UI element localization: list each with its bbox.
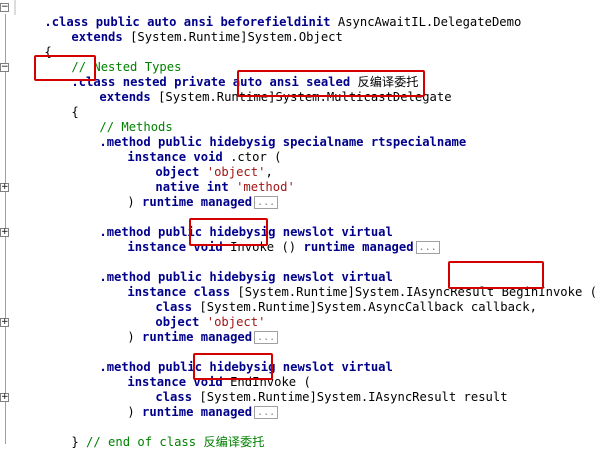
code-line: // Methods xyxy=(70,105,172,134)
code-line: { xyxy=(42,90,78,119)
class-name: AsyncAwaitIL.DelegateDemo xyxy=(337,15,522,29)
runtime-managed: runtime managed xyxy=(142,195,253,209)
code-line: class [System.Runtime]System.AsyncCallba… xyxy=(126,285,537,314)
code-line: // Nested Types xyxy=(42,45,181,74)
code-line: } // end of class 反编译委托 xyxy=(42,420,264,449)
code-line: .method public hidebysig specialname rts… xyxy=(70,120,466,149)
collapsed-body-button[interactable]: ... xyxy=(415,241,440,254)
code-line: object 'object' xyxy=(126,300,265,329)
code-line: .method public hidebysig newslot virtual xyxy=(70,255,393,284)
close-paren: ) xyxy=(127,330,143,344)
code-line: ) runtime managed... xyxy=(98,390,279,419)
code-line: ) runtime managed... xyxy=(98,180,279,209)
close-brace: } xyxy=(71,435,87,449)
close-paren: ) xyxy=(127,195,143,209)
close-paren: ) xyxy=(127,405,143,419)
code-line: .class public auto ansi beforefieldinit … xyxy=(15,0,521,29)
extends-keyword: extends xyxy=(99,90,159,104)
fold-gutter: − − + + + + xyxy=(0,0,12,457)
code-line: .class nested private auto ansi sealed 反… xyxy=(42,60,418,89)
base-type-multicast-delegate: System.MulticastDelegate xyxy=(275,90,452,104)
fold-toggle-endinvoke[interactable]: + xyxy=(0,393,9,402)
code-line: native int 'method' xyxy=(126,165,294,194)
code-line: { xyxy=(15,30,51,59)
code-line: instance void EndInvoke ( xyxy=(98,360,310,389)
invoke-method-name: Invoke () xyxy=(230,240,297,254)
instance-void-keywords: instance void xyxy=(127,240,231,254)
code-line: .method public hidebysig newslot virtual xyxy=(70,210,393,239)
fold-toggle-ctor[interactable]: + xyxy=(0,183,9,192)
code-line: instance void Invoke () runtime managed.… xyxy=(98,225,440,254)
extends-keyword: extends xyxy=(71,30,131,44)
collapsed-body-button[interactable]: ... xyxy=(254,331,279,344)
fold-toggle-class[interactable]: − xyxy=(0,3,9,12)
code-line: .method public hidebysig newslot virtual xyxy=(70,345,393,374)
code-line: class [System.Runtime]System.IAsyncResul… xyxy=(126,375,507,404)
fold-toggle-nested-class[interactable]: − xyxy=(0,63,9,72)
il-code-editor[interactable]: − − + + + + .class public auto ansi befo… xyxy=(0,0,605,457)
code-line: instance void .ctor ( xyxy=(98,135,281,164)
fold-toggle-begininvoke[interactable]: + xyxy=(0,318,9,327)
code-line: object 'object', xyxy=(126,150,272,179)
code-line: ) runtime managed... xyxy=(98,315,279,344)
code-line: extends [System.Runtime]System.Object xyxy=(42,15,343,44)
code-line: extends [System.Runtime]System.Multicast… xyxy=(70,75,451,104)
base-type-assembly: [System.Runtime] xyxy=(158,90,276,104)
runtime-managed: runtime managed xyxy=(296,240,414,254)
comment-end-of-class: // end of class 反编译委托 xyxy=(86,435,265,449)
runtime-managed: runtime managed xyxy=(142,330,253,344)
collapsed-body-button[interactable]: ... xyxy=(254,196,279,209)
code-line: instance class [System.Runtime]System.IA… xyxy=(98,270,597,299)
runtime-managed: runtime managed xyxy=(142,405,253,419)
fold-toggle-invoke[interactable]: + xyxy=(0,228,9,237)
base-type: [System.Runtime]System.Object xyxy=(130,30,343,44)
collapsed-body-button[interactable]: ... xyxy=(254,406,279,419)
